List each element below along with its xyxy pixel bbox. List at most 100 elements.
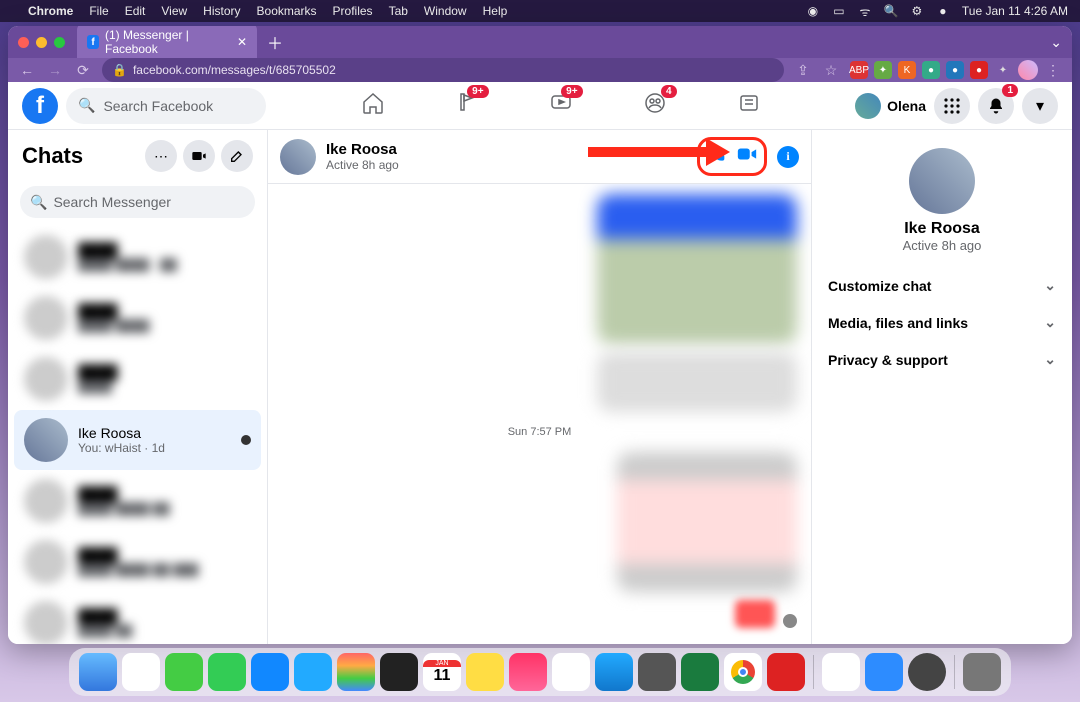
menu-view[interactable]: View [161, 4, 187, 18]
info-avatar[interactable] [909, 148, 975, 214]
conversation-avatar[interactable] [280, 139, 316, 175]
forward-button[interactable]: → [46, 62, 64, 78]
browser-tab[interactable]: f (1) Messenger | Facebook ✕ [77, 26, 257, 61]
dock-recent[interactable] [822, 653, 860, 691]
dock-facetime[interactable] [208, 653, 246, 691]
dock-appletv[interactable] [380, 653, 418, 691]
info-media-files[interactable]: Media, files and links⌄ [824, 304, 1060, 341]
conversation-title[interactable]: Ike Roosa Active 8h ago [326, 141, 399, 172]
back-button[interactable]: ← [18, 62, 36, 78]
siri-icon[interactable]: ● [936, 4, 950, 18]
user-name: Olena [887, 98, 926, 114]
tab-title: (1) Messenger | Facebook [105, 28, 225, 56]
message-image[interactable] [597, 352, 797, 412]
dock-mail[interactable] [251, 653, 289, 691]
dock-launchpad[interactable] [122, 653, 160, 691]
ext-2[interactable]: ✦ [874, 61, 892, 79]
menu-window[interactable]: Window [424, 4, 467, 18]
chrome-menu-icon[interactable]: ⋮ [1044, 62, 1062, 79]
ext-3[interactable]: K [898, 61, 916, 79]
facebook-logo[interactable]: f [22, 88, 58, 124]
minimize-window-button[interactable] [36, 37, 47, 48]
close-tab-icon[interactable]: ✕ [237, 35, 247, 49]
close-window-button[interactable] [18, 37, 29, 48]
account-menu-icon[interactable]: ▾ [1022, 88, 1058, 124]
record-icon[interactable]: ◉ [806, 4, 820, 18]
menu-tab[interactable]: Tab [389, 4, 408, 18]
dock-quicktime[interactable] [908, 653, 946, 691]
user-profile-chip[interactable]: Olena [855, 93, 926, 119]
dock-zoom[interactable] [865, 653, 903, 691]
chat-item[interactable]: ████████ ████ [14, 288, 261, 348]
nav-groups[interactable]: 4 [643, 91, 667, 120]
video-call-button[interactable] [736, 143, 758, 170]
conversation-pane: Ike Roosa Active 8h ago [268, 130, 812, 644]
menubar-clock[interactable]: Tue Jan 11 4:26 AM [962, 4, 1068, 18]
chat-list[interactable]: ████████ ████ · ██ ████████ ████ ███████… [8, 226, 267, 644]
ext-6[interactable]: ● [970, 61, 988, 79]
info-customize-chat[interactable]: Customize chat⌄ [824, 267, 1060, 304]
dock-photos[interactable] [337, 653, 375, 691]
dock-notes[interactable] [466, 653, 504, 691]
message-image[interactable] [735, 600, 775, 628]
address-bar[interactable]: 🔒 facebook.com/messages/t/685705502 [102, 58, 784, 82]
dock-calendar[interactable]: JAN11 [423, 653, 461, 691]
new-tab-button[interactable]: ＋ [267, 30, 283, 54]
spotlight-icon[interactable]: 🔍 [884, 4, 898, 18]
menu-profiles[interactable]: Profiles [333, 4, 373, 18]
nav-watch[interactable]: 9+ [549, 91, 573, 120]
dock-safari[interactable] [294, 653, 332, 691]
info-privacy-support[interactable]: Privacy & support⌄ [824, 341, 1060, 378]
profile-avatar[interactable] [1018, 60, 1038, 80]
menu-history[interactable]: History [203, 4, 240, 18]
menu-help[interactable]: Help [483, 4, 508, 18]
ext-4[interactable]: ● [922, 61, 940, 79]
puzzle-icon[interactable]: ✦ [994, 61, 1012, 79]
dock-excel[interactable] [681, 653, 719, 691]
messages-scroll[interactable]: Sun 7:57 PM [268, 184, 811, 644]
new-room-icon[interactable] [183, 140, 215, 172]
wifi-icon[interactable]: ᯤ [858, 4, 872, 18]
chat-item[interactable]: ████████ ████ · ██ [14, 227, 261, 287]
chat-item[interactable]: ████████ ████ ██ [14, 471, 261, 531]
chat-item[interactable]: ████████ [14, 349, 261, 409]
nav-pages[interactable]: 9+ [455, 91, 479, 120]
menu-file[interactable]: File [89, 4, 108, 18]
menu-bookmarks[interactable]: Bookmarks [257, 4, 317, 18]
message-image[interactable] [597, 194, 797, 344]
menu-edit[interactable]: Edit [125, 4, 146, 18]
dock-slack[interactable] [552, 653, 590, 691]
ext-5[interactable]: ● [946, 61, 964, 79]
menubar-app[interactable]: Chrome [28, 4, 73, 18]
star-icon[interactable]: ☆ [822, 62, 840, 79]
nav-news[interactable] [737, 91, 761, 120]
facebook-search[interactable]: 🔍 Search Facebook [66, 88, 266, 124]
nav-home[interactable] [361, 91, 385, 120]
chat-item[interactable]: ████████ ██ [14, 593, 261, 644]
notifications-icon[interactable]: 1 [978, 88, 1014, 124]
chats-title: Chats [22, 143, 139, 169]
chats-more-icon[interactable]: ⋯ [145, 140, 177, 172]
dock-music[interactable] [509, 653, 547, 691]
maximize-window-button[interactable] [54, 37, 65, 48]
battery-icon[interactable]: ▭ [832, 4, 846, 18]
dock-finder[interactable] [79, 653, 117, 691]
apps-grid-icon[interactable] [934, 88, 970, 124]
control-center-icon[interactable]: ⚙ [910, 4, 924, 18]
dock-messages[interactable] [165, 653, 203, 691]
dock-chrome[interactable] [724, 653, 762, 691]
tab-overflow-icon[interactable]: ⌄ [1050, 34, 1062, 51]
reload-button[interactable]: ⟳ [74, 62, 92, 79]
dock-todoist[interactable] [767, 653, 805, 691]
chat-item-active[interactable]: Ike Roosa You: wHaist · 1d [14, 410, 261, 470]
dock-appstore[interactable] [595, 653, 633, 691]
message-image[interactable] [617, 452, 797, 592]
messenger-search[interactable]: 🔍 Search Messenger [20, 186, 255, 218]
chat-item[interactable]: ████████ ████ ██ ███ [14, 532, 261, 592]
conversation-info-button[interactable]: i [777, 146, 799, 168]
share-icon[interactable]: ⇪ [794, 62, 812, 79]
dock-settings[interactable] [638, 653, 676, 691]
dock-trash[interactable] [963, 653, 1001, 691]
compose-icon[interactable] [221, 140, 253, 172]
ext-abp[interactable]: ABP [850, 61, 868, 79]
